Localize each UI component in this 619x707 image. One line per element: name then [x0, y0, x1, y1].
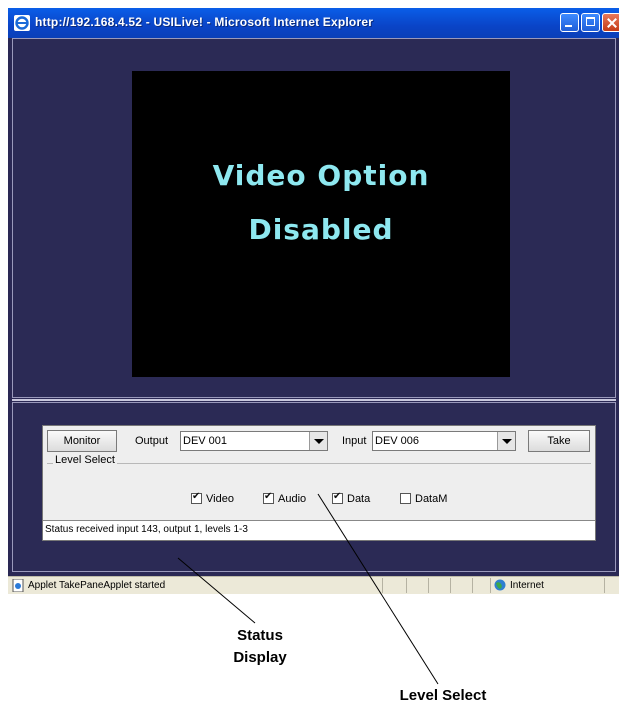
status-callout-line — [177, 557, 256, 624]
level-select-callout: Level Select — [399, 687, 487, 704]
callout-line2: Display — [233, 649, 287, 666]
status-display-callout: Status Display — [220, 625, 300, 669]
callout-line1: Status — [237, 627, 283, 644]
callout-lines — [177, 493, 439, 685]
level-callout-line — [317, 493, 439, 685]
